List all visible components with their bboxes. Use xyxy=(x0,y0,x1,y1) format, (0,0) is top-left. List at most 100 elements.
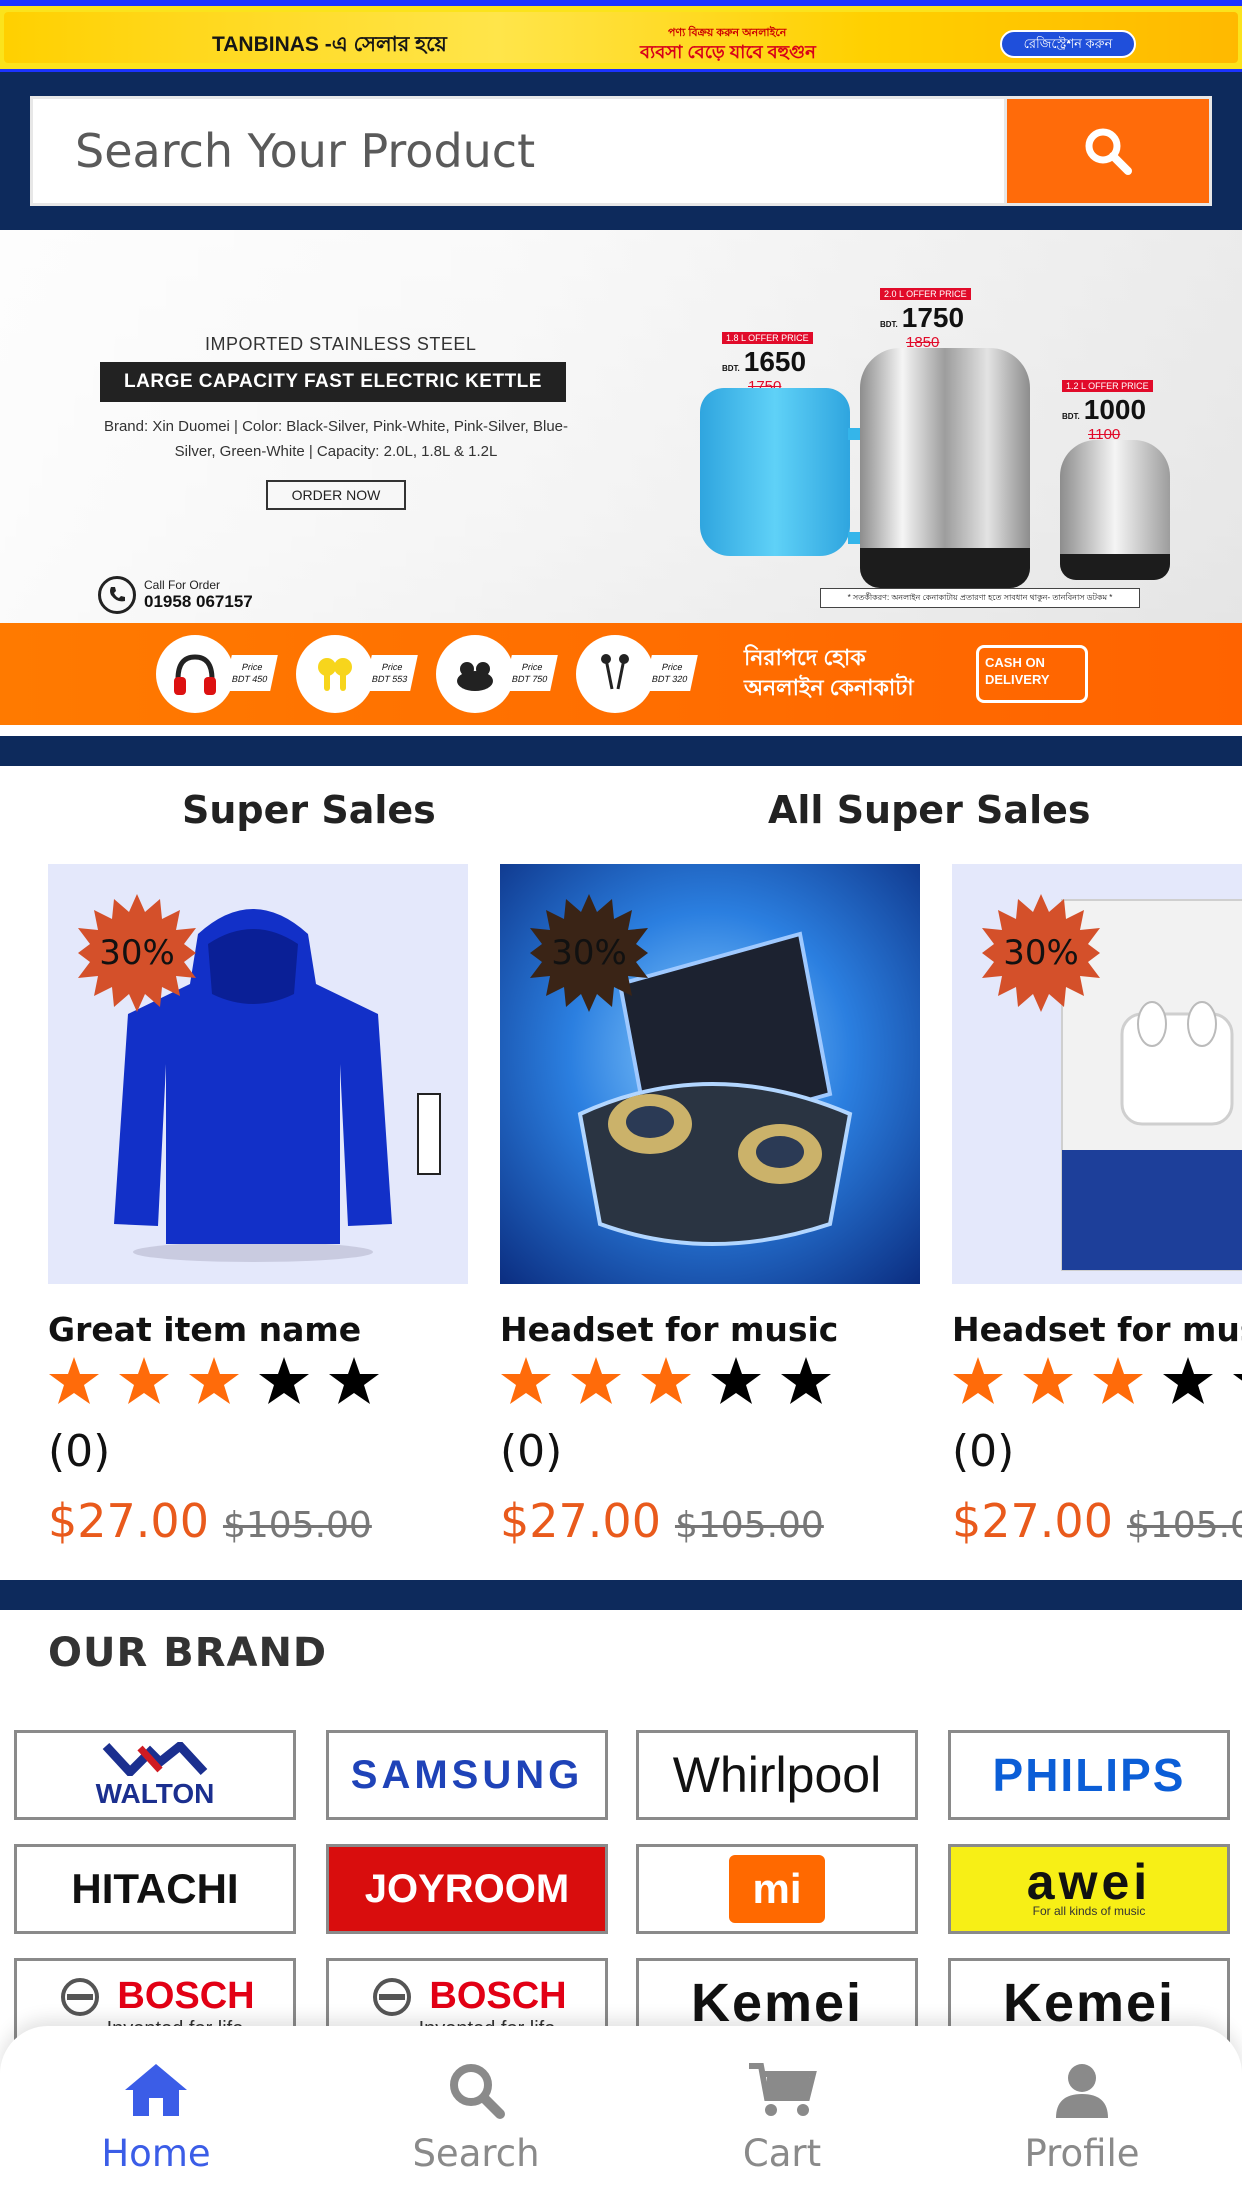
current-price: $27.00 xyxy=(952,1494,1113,1548)
bottom-navigation: Home Search Cart Profile xyxy=(0,2026,1242,2208)
strip-slogan-line: নিরাপদে হোক xyxy=(744,645,866,670)
strip-price: Price BDT 553 xyxy=(364,655,418,691)
promo-banner[interactable]: TANBINAS -এ সেলার হয়ে পণ্য বিক্রয় করুন… xyxy=(0,0,1242,72)
strip-product: Price BDT 750 xyxy=(436,631,566,717)
brand-label: Kemei xyxy=(1002,1973,1176,2033)
star-icon xyxy=(641,1357,691,1404)
rating-count: (0) xyxy=(952,1426,1015,1477)
search-header xyxy=(0,72,1242,230)
rating-count: (0) xyxy=(500,1426,563,1477)
promo-carousel-banner[interactable]: IMPORTED STAINLESS STEEL LARGE CAPACITY … xyxy=(0,230,1242,725)
price-caption: 1.8 L OFFER PRICE xyxy=(722,332,813,344)
nav-profile[interactable]: Profile xyxy=(982,2060,1182,2175)
product-name[interactable]: Great item name xyxy=(48,1310,488,1349)
kettle-image xyxy=(1060,440,1170,580)
kettle-image xyxy=(700,388,890,556)
sales-tabs: Super Sales All Super Sales xyxy=(0,762,1242,858)
nav-cart[interactable]: Cart xyxy=(682,2060,882,2175)
price-caption: 2.0 L OFFER PRICE xyxy=(880,288,971,300)
banner-order-button[interactable]: ORDER NOW xyxy=(266,480,406,510)
strip-price: Price BDT 450 xyxy=(224,655,278,691)
rating-stars xyxy=(952,1356,1242,1406)
product-image[interactable]: 30% xyxy=(48,864,468,1284)
offer-price: 1650 xyxy=(743,346,807,377)
discount-label: 30% xyxy=(1003,933,1079,973)
search-icon xyxy=(1085,128,1132,175)
offer-price: 1000 xyxy=(1083,394,1147,425)
brand-xiaomi[interactable]: mi xyxy=(636,1844,918,1934)
product-card[interactable]: 30% Great item name (0) $27.00 $105.00 xyxy=(48,864,468,1564)
phone-icon xyxy=(98,576,136,614)
brand-whirlpool[interactable]: Whirlpool xyxy=(636,1730,918,1820)
section-divider xyxy=(0,1580,1242,1610)
product-card[interactable]: 30% Headset for music (0) $27.00 $105.00 xyxy=(952,864,1242,1564)
nav-label: Cart xyxy=(742,2132,822,2175)
tab-super-sales[interactable]: Super Sales xyxy=(182,788,436,832)
old-price: $105.00 xyxy=(222,1505,372,1546)
price-currency: BDT. xyxy=(880,320,898,329)
old-price: $105.00 xyxy=(674,1505,824,1546)
banner-kicker: IMPORTED STAINLESS STEEL xyxy=(205,334,477,354)
star-icon xyxy=(1233,1374,1242,1404)
call-number: 01958 067157 xyxy=(144,592,253,611)
nav-home[interactable]: Home xyxy=(56,2060,256,2175)
product-name[interactable]: Headset for music xyxy=(952,1310,1242,1349)
old-price: $105.00 xyxy=(1126,1505,1242,1546)
brand-label: JOYROOM xyxy=(364,1866,570,1911)
star-icon xyxy=(1023,1357,1073,1404)
nav-label: Search xyxy=(412,2132,540,2175)
price-currency: BDT. xyxy=(722,364,740,373)
brand-tagline: For all kinds of music xyxy=(1032,1904,1146,1918)
cod-line: DELIVERY xyxy=(985,672,1050,687)
nav-label: Profile xyxy=(1024,2132,1140,2175)
tab-all-super-sales[interactable]: All Super Sales xyxy=(768,788,1090,832)
star-icon xyxy=(49,1357,99,1404)
brand-section-title: OUR BRAND xyxy=(48,1630,328,1676)
product-card[interactable]: 30% Headset for music (0) $27.00$105.00 xyxy=(500,864,920,1564)
discount-label: 30% xyxy=(551,933,627,973)
strip-product: Price BDT 450 xyxy=(156,631,286,717)
earbuds-icon xyxy=(296,635,374,713)
call-label: Call For Order xyxy=(144,578,221,592)
product-name[interactable]: Headset for music xyxy=(500,1310,940,1349)
banner-title: LARGE CAPACITY FAST ELECTRIC KETTLE xyxy=(100,362,566,402)
discount-badge: 30% xyxy=(78,894,196,1012)
brand-samsung[interactable]: SAMSUNG xyxy=(326,1730,608,1820)
cod-line: CASH ON xyxy=(985,655,1045,670)
promo-line-big: ব্যবসা বেড়ে যাবে বহুগুন xyxy=(640,42,816,62)
brand-joyroom[interactable]: JOYROOM xyxy=(326,1844,608,1934)
profile-icon xyxy=(1056,2064,1108,2118)
brand-awei[interactable]: awei For all kinds of music xyxy=(948,1844,1230,1934)
star-icon xyxy=(571,1357,621,1404)
price-tag-3: 1.2 L OFFER PRICE BDT. 1000 1100 xyxy=(1062,376,1153,443)
bosch-logo-icon xyxy=(61,1977,100,2016)
cash-on-delivery-badge: CASH ON DELIVERY xyxy=(976,645,1088,703)
search-button[interactable] xyxy=(1004,96,1212,206)
star-icon xyxy=(189,1357,239,1404)
search-input[interactable] xyxy=(30,96,1004,206)
banner-product-strip: Price BDT 450 Price BDT 553 Price BDT 750 P… xyxy=(0,623,1242,725)
search-icon xyxy=(450,2064,505,2119)
brand-hitachi[interactable]: HITACHI xyxy=(14,1844,296,1934)
banner-call: Call For Order 01958 067157 xyxy=(98,576,253,614)
earphones-icon xyxy=(576,635,654,713)
current-price: $27.00 xyxy=(48,1494,209,1548)
brand-philips[interactable]: PHILIPS xyxy=(948,1730,1230,1820)
offer-price: 1750 xyxy=(901,302,965,333)
app-screen: TANBINAS -এ সেলার হয়ে পণ্য বিক্রয় করুন… xyxy=(0,0,1242,2208)
product-image[interactable]: 30% xyxy=(500,864,920,1284)
strip-product: Price BDT 320 xyxy=(576,631,706,717)
rating-stars xyxy=(48,1356,380,1406)
cart-icon xyxy=(749,2063,817,2116)
brand-label: awei xyxy=(1026,1854,1152,1910)
product-image[interactable]: 30% xyxy=(952,864,1242,1284)
product-price: $27.00 $105.00 xyxy=(48,1494,372,1548)
banner-note: * সতর্কীকরণ: অনলাইন কেনাকাটায় প্রতারণা … xyxy=(820,588,1140,608)
nav-search[interactable]: Search xyxy=(376,2060,576,2175)
promo-register-button[interactable]: রেজিস্ট্রেশন করুন xyxy=(1000,30,1136,58)
star-icon xyxy=(953,1357,1003,1404)
product-price: $27.00 $105.00 xyxy=(500,1494,824,1548)
rating-count: (0) xyxy=(48,1426,111,1477)
walton-logo-icon xyxy=(102,1739,208,1779)
brand-walton[interactable]: WALTON xyxy=(14,1730,296,1820)
